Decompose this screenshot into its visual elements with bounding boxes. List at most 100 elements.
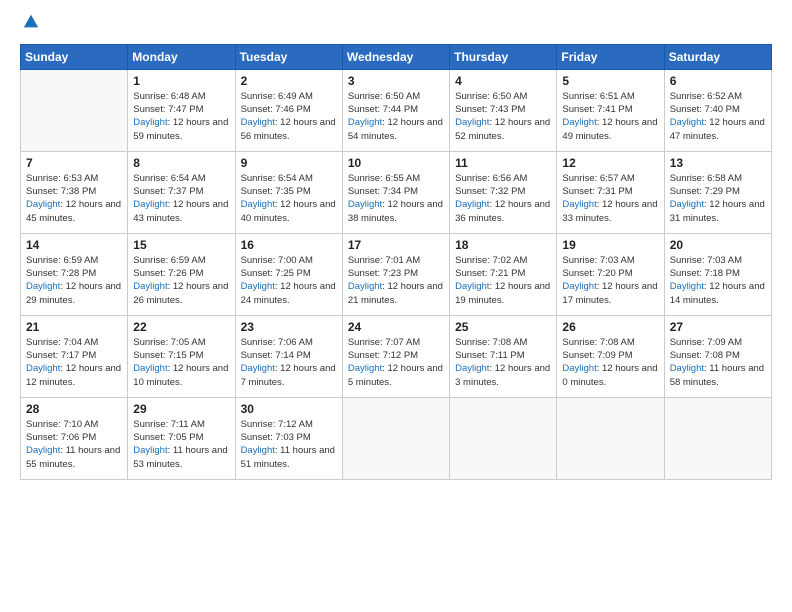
day-number: 23	[241, 320, 337, 334]
day-info: Sunrise: 7:11 AMSunset: 7:05 PMDaylight:…	[133, 418, 229, 471]
calendar-day-cell: 16Sunrise: 7:00 AMSunset: 7:25 PMDayligh…	[235, 233, 342, 315]
day-info: Sunrise: 7:03 AMSunset: 7:20 PMDaylight:…	[562, 254, 658, 307]
sunset-text: Sunset: 7:26 PM	[133, 268, 203, 279]
calendar-day-cell: 11Sunrise: 6:56 AMSunset: 7:32 PMDayligh…	[450, 151, 557, 233]
calendar-day-cell: 19Sunrise: 7:03 AMSunset: 7:20 PMDayligh…	[557, 233, 664, 315]
calendar-day-cell: 25Sunrise: 7:08 AMSunset: 7:11 PMDayligh…	[450, 315, 557, 397]
day-info: Sunrise: 6:50 AMSunset: 7:43 PMDaylight:…	[455, 90, 551, 143]
day-info: Sunrise: 7:01 AMSunset: 7:23 PMDaylight:…	[348, 254, 444, 307]
calendar-day-cell: 2 Sunrise: 6:49 AM Sunset: 7:46 PM Daylight…	[235, 69, 342, 151]
calendar-day-cell: 15Sunrise: 6:59 AMSunset: 7:26 PMDayligh…	[128, 233, 235, 315]
sunset-text: Sunset: 7:46 PM	[241, 104, 311, 115]
day-number: 29	[133, 402, 229, 416]
daylight-label: Daylight	[133, 199, 167, 210]
sunset-text: Sunset: 7:05 PM	[133, 432, 203, 443]
daylight-label: Daylight	[348, 363, 382, 374]
calendar-week-row: 21Sunrise: 7:04 AMSunset: 7:17 PMDayligh…	[21, 315, 772, 397]
daylight-label: Daylight	[670, 281, 704, 292]
calendar-week-row: 7Sunrise: 6:53 AMSunset: 7:38 PMDaylight…	[21, 151, 772, 233]
day-info: Sunrise: 7:07 AMSunset: 7:12 PMDaylight:…	[348, 336, 444, 389]
day-of-week-header: Tuesday	[235, 44, 342, 69]
daylight-label: Daylight	[26, 445, 60, 456]
calendar-day-cell: 17 Sunrise: 7:01 AMSunset: 7:23 PMDayligh…	[342, 233, 449, 315]
sunset-text: Sunset: 7:31 PM	[562, 186, 632, 197]
sunset-text: Sunset: 7:34 PM	[348, 186, 418, 197]
sunset-text: Sunset: 7:14 PM	[241, 350, 311, 361]
sunset-text: Sunset: 7:40 PM	[670, 104, 740, 115]
sunrise-text: Sunrise: 6:49 AM	[241, 91, 313, 102]
calendar-table: SundayMondayTuesdayWednesdayThursdayFrid…	[20, 44, 772, 480]
day-info: Sunrise: 6:52 AMSunset: 7:40 PMDaylight:…	[670, 90, 766, 143]
day-of-week-header: Monday	[128, 44, 235, 69]
day-info: Sunrise: 6:54 AMSunset: 7:35 PMDaylight:…	[241, 172, 337, 225]
sunset-text: Sunset: 7:21 PM	[455, 268, 525, 279]
calendar-day-cell: 22 Sunrise: 7:05 AM Sunset: 7:15 PM Dayligh…	[128, 315, 235, 397]
calendar-day-cell: 26Sunrise: 7:08 AMSunset: 7:09 PMDayligh…	[557, 315, 664, 397]
daylight-label: Daylight	[133, 445, 167, 456]
daylight-label: Daylight	[562, 281, 596, 292]
day-number: 22	[133, 320, 229, 334]
day-info: Sunrise: 6:49 AMSunset: 7:46 PMDaylight:…	[241, 90, 337, 143]
calendar-day-cell: 7Sunrise: 6:53 AMSunset: 7:38 PMDaylight…	[21, 151, 128, 233]
sunset-text: Sunset: 7:29 PM	[670, 186, 740, 197]
calendar-day-cell: 23Sunrise: 7:06 AMSunset: 7:14 PMDayligh…	[235, 315, 342, 397]
sunrise-text: Sunrise: 7:00 AM	[241, 255, 313, 266]
day-info: Sunrise: 7:12 AMSunset: 7:03 PMDaylight:…	[241, 418, 337, 471]
calendar-day-cell: 8Sunrise: 6:54 AMSunset: 7:37 PMDaylight…	[128, 151, 235, 233]
daylight-label: Daylight	[670, 363, 704, 374]
sunrise-text: Sunrise: 6:53 AM	[26, 173, 98, 184]
day-number: 20	[670, 238, 766, 252]
daylight-label: Daylight	[562, 199, 596, 210]
day-info: Sunrise: 6:54 AMSunset: 7:37 PMDaylight:…	[133, 172, 229, 225]
sunrise-text: Sunrise: 7:02 AM	[455, 255, 527, 266]
daylight-label: Daylight	[348, 281, 382, 292]
daylight-label: Daylight	[241, 199, 275, 210]
sunset-text: Sunset: 7:28 PM	[26, 268, 96, 279]
daylight-label: Daylight	[241, 281, 275, 292]
sunrise-text: Sunrise: 7:11 AM	[133, 419, 205, 430]
sunrise-text: Sunrise: 6:48 AM	[133, 91, 205, 102]
sunrise-text: Sunrise: 7:05 AM	[133, 337, 205, 348]
daylight-label: Daylight	[670, 199, 704, 210]
sunset-text: Sunset: 7:32 PM	[455, 186, 525, 197]
day-number: 3	[348, 74, 444, 88]
calendar-week-row: 1Sunrise: 6:48 AMSunset: 7:47 PMDaylight…	[21, 69, 772, 151]
calendar-week-row: 14Sunrise: 6:59 AMSunset: 7:28 PMDayligh…	[21, 233, 772, 315]
day-info: Sunrise: 7:08 AMSunset: 7:09 PMDaylight:…	[562, 336, 658, 389]
calendar-day-cell	[342, 397, 449, 479]
sunset-text: Sunset: 7:03 PM	[241, 432, 311, 443]
calendar-day-cell: 29 Sunrise: 7:11 AM Sunset: 7:05 PM Dayligh…	[128, 397, 235, 479]
day-info: Sunrise: 6:56 AMSunset: 7:32 PMDaylight:…	[455, 172, 551, 225]
calendar-day-cell: 10Sunrise: 6:55 AMSunset: 7:34 PMDayligh…	[342, 151, 449, 233]
calendar-day-cell: 6Sunrise: 6:52 AMSunset: 7:40 PMDaylight…	[664, 69, 771, 151]
sunrise-text: Sunrise: 6:55 AM	[348, 173, 420, 184]
calendar-day-cell: 4Sunrise: 6:50 AMSunset: 7:43 PMDaylight…	[450, 69, 557, 151]
day-number: 1	[133, 74, 229, 88]
day-number: 9	[241, 156, 337, 170]
header	[20, 16, 772, 36]
day-of-week-header: Thursday	[450, 44, 557, 69]
calendar-day-cell: 9 Sunrise: 6:54 AM Sunset: 7:35 PM Daylight…	[235, 151, 342, 233]
day-number: 19	[562, 238, 658, 252]
daylight-label: Daylight	[133, 363, 167, 374]
sunrise-text: Sunrise: 6:59 AM	[133, 255, 205, 266]
calendar-day-cell: 18Sunrise: 7:02 AMSunset: 7:21 PMDayligh…	[450, 233, 557, 315]
daylight-label: Daylight	[455, 281, 489, 292]
sunset-text: Sunset: 7:38 PM	[26, 186, 96, 197]
day-info: Sunrise: 7:09 AMSunset: 7:08 PMDaylight:…	[670, 336, 766, 389]
daylight-label: Daylight	[670, 117, 704, 128]
sunrise-text: Sunrise: 6:54 AM	[241, 173, 313, 184]
day-number: 2	[241, 74, 337, 88]
sunrise-text: Sunrise: 7:01 AM	[348, 255, 420, 266]
sunset-text: Sunset: 7:15 PM	[133, 350, 203, 361]
daylight-label: Daylight	[241, 117, 275, 128]
daylight-label: Daylight	[26, 281, 60, 292]
sunrise-text: Sunrise: 6:50 AM	[348, 91, 420, 102]
calendar-day-cell: 24Sunrise: 7:07 AMSunset: 7:12 PMDayligh…	[342, 315, 449, 397]
calendar-day-cell: 27Sunrise: 7:09 AMSunset: 7:08 PMDayligh…	[664, 315, 771, 397]
sunset-text: Sunset: 7:37 PM	[133, 186, 203, 197]
daylight-label: Daylight	[562, 117, 596, 128]
day-number: 17	[348, 238, 444, 252]
sunset-text: Sunset: 7:35 PM	[241, 186, 311, 197]
sunset-text: Sunset: 7:20 PM	[562, 268, 632, 279]
